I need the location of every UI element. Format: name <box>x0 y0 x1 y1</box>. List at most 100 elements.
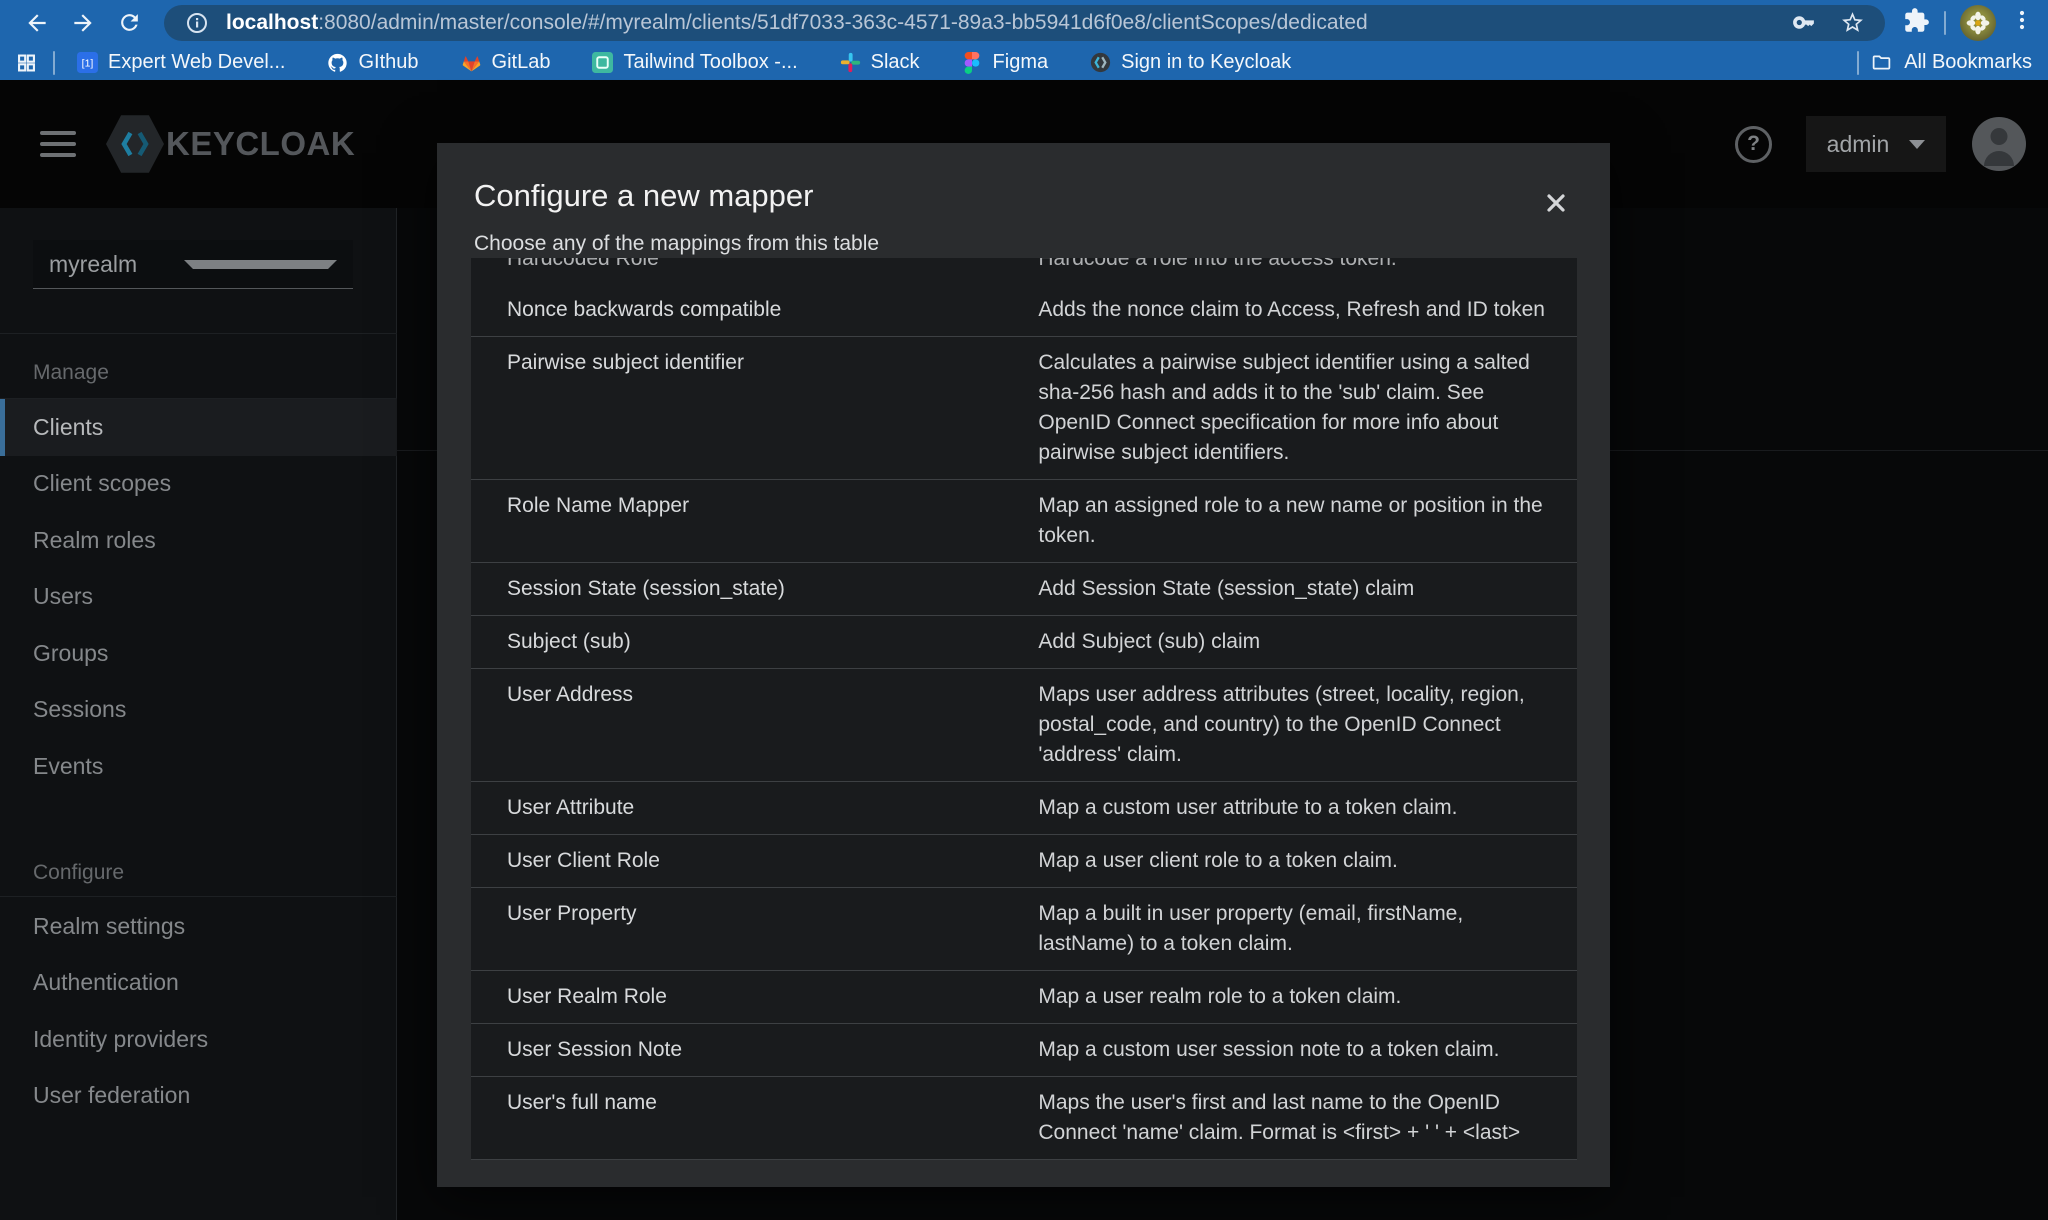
sidebar-item-label: Clients <box>33 414 103 441</box>
mapper-row-description: Add Session State (session_state) claim <box>1038 563 1577 615</box>
sidebar-item-user-federation[interactable]: User federation <box>0 1068 397 1125</box>
sidebar-item-realm-settings[interactable]: Realm settings <box>0 898 397 955</box>
tailwind-toolbox-favicon <box>592 52 613 73</box>
mapper-row[interactable]: User Property Map a built in user proper… <box>471 887 1577 970</box>
bookmarks-separator <box>53 51 55 75</box>
site-info-icon[interactable] <box>180 6 214 40</box>
mapper-row-description: Hardcode a role into the access token. <box>1038 258 1577 270</box>
sidebar-item-events[interactable]: Events <box>0 738 397 795</box>
github-favicon <box>327 52 348 73</box>
mapper-row[interactable]: User Client Role Map a user client role … <box>471 834 1577 887</box>
browser-menu-kebab-icon[interactable] <box>2010 7 2034 38</box>
bookmark-label: Expert Web Devel... <box>108 51 285 74</box>
hamburger-menu-icon[interactable] <box>40 131 76 157</box>
sidebar-item-label: Realm roles <box>33 527 156 554</box>
mapper-row-name: Nonce backwards compatible <box>471 284 1038 336</box>
mapper-row-clipped[interactable]: Hardcoded Role Hardcode a role into the … <box>471 258 1577 284</box>
sidebar-item-groups[interactable]: Groups <box>0 625 397 682</box>
bookmark-label: GIthub <box>358 51 418 74</box>
folder-icon <box>1871 52 1892 73</box>
sidebar-item-realm-roles[interactable]: Realm roles <box>0 512 397 569</box>
mapper-table: Hardcoded Role Hardcode a role into the … <box>471 258 1577 1160</box>
extensions-puzzle-icon[interactable] <box>1903 7 1930 39</box>
mapper-row-description: Map a custom user session note to a toke… <box>1038 1024 1577 1076</box>
screen: localhost:8080/admin/master/console/#/my… <box>0 0 2048 1220</box>
mapper-row[interactable]: Pairwise subject identifier Calculates a… <box>471 336 1577 479</box>
reload-button[interactable] <box>106 4 152 42</box>
mapper-row-description: Maps the user's first and last name to t… <box>1038 1077 1577 1159</box>
mapper-row-name: Subject (sub) <box>471 616 1038 668</box>
mapper-row[interactable]: Subject (sub) Add Subject (sub) claim <box>471 615 1577 668</box>
help-icon[interactable]: ? <box>1735 126 1772 163</box>
sidebar-item-client-scopes[interactable]: Client scopes <box>0 456 397 513</box>
mapper-row-name: User Session Note <box>471 1024 1038 1076</box>
url-host: localhost <box>226 11 318 34</box>
keycloak-logo[interactable]: KEYCLOAK <box>106 114 355 174</box>
mapper-row[interactable]: User Address Maps user address attribute… <box>471 668 1577 781</box>
mapper-row[interactable]: User Attribute Map a custom user attribu… <box>471 781 1577 834</box>
mapper-row[interactable]: Nonce backwards compatible Adds the nonc… <box>471 284 1577 336</box>
password-key-icon[interactable] <box>1787 6 1821 40</box>
bookmark-star-icon[interactable] <box>1835 6 1869 40</box>
mapper-row-name: User's full name <box>471 1077 1038 1159</box>
address-bar[interactable]: localhost:8080/admin/master/console/#/my… <box>164 5 1885 41</box>
bookmark-keycloak[interactable]: Sign in to Keycloak <box>1090 51 1291 74</box>
modal-title: Configure a new mapper <box>437 143 1610 215</box>
browser-profile-avatar[interactable] <box>1960 5 1996 41</box>
sidebar-item-sessions[interactable]: Sessions <box>0 682 397 739</box>
nav-section-configure: Configure <box>33 861 124 885</box>
bookmark-slack[interactable]: Slack <box>840 51 920 74</box>
manage-nav: Clients Client scopes Realm roles Users … <box>0 399 397 795</box>
bookmark-expert-web-dev[interactable]: [1] Expert Web Devel... <box>77 51 285 74</box>
mapper-row-name: User Client Role <box>471 835 1038 887</box>
realm-selector[interactable]: myrealm <box>33 240 353 289</box>
bookmark-gitlab[interactable]: GitLab <box>461 51 551 74</box>
forward-arrow-icon <box>70 10 96 36</box>
bookmarks-right-separator <box>1857 51 1859 75</box>
all-bookmarks[interactable]: All Bookmarks <box>1857 51 2032 75</box>
all-bookmarks-label: All Bookmarks <box>1904 51 2032 74</box>
figma-favicon <box>962 52 983 73</box>
bookmark-label: Sign in to Keycloak <box>1121 51 1291 74</box>
sidebar-item-users[interactable]: Users <box>0 569 397 626</box>
mapper-row[interactable]: Session State (session_state) Add Sessio… <box>471 562 1577 615</box>
bookmark-github[interactable]: GIthub <box>327 51 418 74</box>
mapper-row-name: User Address <box>471 669 1038 781</box>
sidebar-item-clients[interactable]: Clients <box>0 399 397 456</box>
back-arrow-icon <box>24 10 50 36</box>
sidebar-item-authentication[interactable]: Authentication <box>0 955 397 1012</box>
gitlab-favicon <box>461 52 482 73</box>
expert-web-dev-favicon: [1] <box>77 52 98 73</box>
mapper-row-description: Adds the nonce claim to Access, Refresh … <box>1038 284 1577 336</box>
bookmark-figma[interactable]: Figma <box>962 51 1049 74</box>
close-icon[interactable] <box>1536 183 1576 223</box>
sidebar-item-label: Identity providers <box>33 1026 208 1053</box>
mapper-row-name: Hardcoded Role <box>471 258 1038 270</box>
mapper-row[interactable]: User's full name Maps the user's first a… <box>471 1076 1577 1159</box>
mapper-row-name: User Realm Role <box>471 971 1038 1023</box>
user-avatar[interactable] <box>1972 117 2026 171</box>
chevron-down-icon <box>184 260 337 269</box>
bookmark-tailwind-toolbox[interactable]: Tailwind Toolbox -... <box>592 51 797 74</box>
user-menu-dropdown[interactable]: admin <box>1806 116 1946 172</box>
mapper-row-name: Session State (session_state) <box>471 563 1038 615</box>
sidebar-item-identity-providers[interactable]: Identity providers <box>0 1011 397 1068</box>
reload-icon <box>117 10 142 35</box>
mapper-row-description: Calculates a pairwise subject identifier… <box>1038 337 1577 479</box>
sidebar-item-label: Users <box>33 583 93 610</box>
url-path: :8080/admin/master/console/#/myrealm/cli… <box>318 11 1368 34</box>
mapper-row-name: User Property <box>471 888 1038 970</box>
mapper-row[interactable]: Role Name Mapper Map an assigned role to… <box>471 479 1577 562</box>
configure-mapper-modal: Configure a new mapper Choose any of the… <box>437 143 1610 1187</box>
modal-subtitle: Choose any of the mappings from this tab… <box>437 215 1610 258</box>
apps-grid-icon[interactable] <box>16 52 37 73</box>
mapper-row[interactable]: User Realm Role Map a user realm role to… <box>471 970 1577 1023</box>
bookmark-label: Slack <box>871 51 920 74</box>
toolbar-separator <box>1944 11 1946 35</box>
mapper-row-name: Pairwise subject identifier <box>471 337 1038 479</box>
realm-selector-value: myrealm <box>49 251 184 278</box>
forward-button[interactable] <box>60 4 106 42</box>
mapper-row[interactable]: User Session Note Map a custom user sess… <box>471 1023 1577 1076</box>
sidebar-item-label: Client scopes <box>33 470 171 497</box>
back-button[interactable] <box>14 4 60 42</box>
